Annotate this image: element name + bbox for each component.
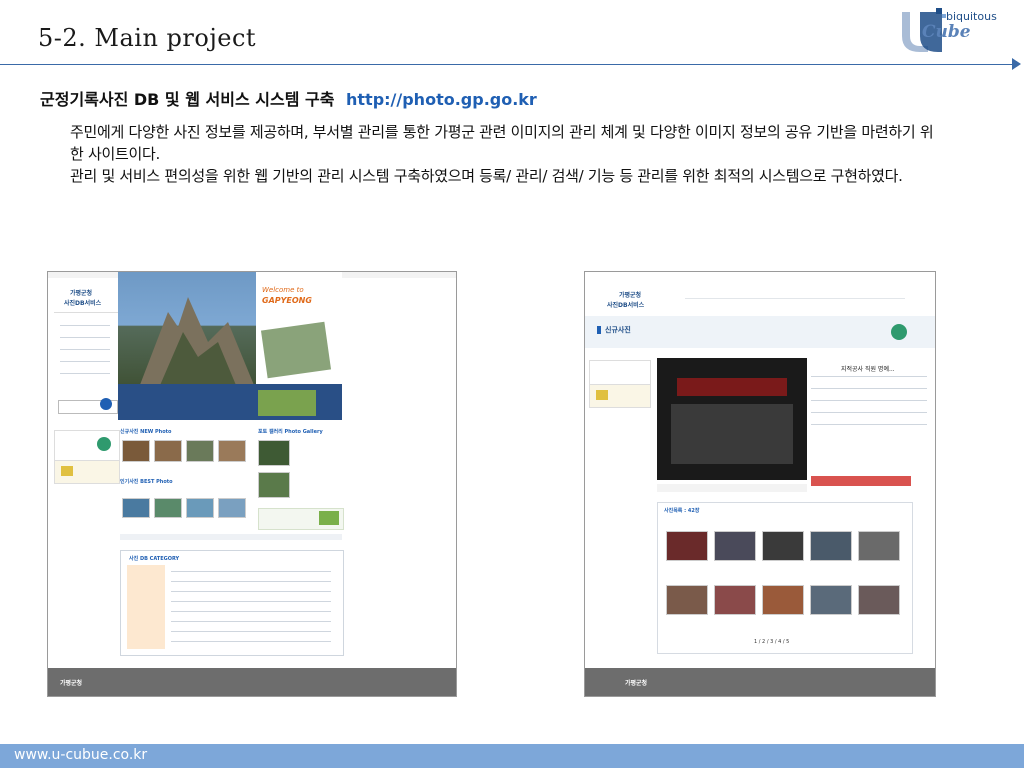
thumb[interactable]	[810, 585, 852, 615]
site-footer: 가평군청	[585, 668, 935, 696]
folder-icon	[596, 390, 608, 400]
folder-icon	[61, 466, 73, 476]
thumb[interactable]	[858, 531, 900, 561]
login-box	[54, 430, 120, 462]
section-banner: 신규사진	[585, 316, 935, 348]
ad-banner[interactable]	[258, 508, 344, 530]
login-button[interactable]	[891, 324, 907, 340]
new-photo-title: 신규사진 NEW Photo	[120, 429, 172, 435]
brand: 가평군청	[70, 290, 93, 297]
title-rule	[0, 64, 1014, 65]
event-banner[interactable]	[258, 390, 316, 416]
hero-mountain-image	[118, 272, 256, 390]
gallery-title: 포토 갤러리 Photo Gallery	[258, 429, 323, 435]
logo-word: Cube	[922, 22, 971, 42]
brand-block: 가평군청 사진DB서비스	[56, 284, 116, 312]
thumb[interactable]	[154, 498, 182, 518]
right-top-area	[342, 272, 456, 390]
top-nav[interactable]	[685, 294, 905, 302]
welcome-panel: Welcome to GAPYEONG	[256, 272, 342, 390]
caption-bar	[657, 484, 807, 492]
footer-url[interactable]: www.u-cubue.co.kr	[14, 747, 147, 763]
service-banner[interactable]	[589, 384, 651, 408]
thumb[interactable]	[858, 585, 900, 615]
thumb[interactable]	[122, 498, 150, 518]
welcome-label: Welcome to	[262, 286, 304, 294]
slide-title: 5-2. Main project	[38, 24, 257, 52]
brand-block: 가평군청 사진DB서비스	[605, 288, 665, 312]
section-title: 신규사진	[605, 326, 631, 334]
date-filter-bar[interactable]	[120, 534, 342, 540]
group-photo-image	[671, 404, 793, 464]
left-menu	[54, 312, 118, 383]
thumb[interactable]	[218, 440, 246, 462]
mountain-icon	[138, 297, 256, 390]
project-description: 주민에게 다양한 사진 정보를 제공하며, 부서별 관리를 통한 가평군 관련 …	[70, 121, 940, 187]
thumb[interactable]	[258, 472, 290, 498]
main-page-screenshot: 가평군청 사진DB서비스 Welcome to GAPYEONG 신규사진 NE…	[47, 271, 457, 697]
section-marker	[597, 326, 601, 334]
best-photo-title: 인기사진 BEST Photo	[120, 479, 173, 485]
photo-title: 지적공사 직원 명예...	[841, 366, 895, 373]
thumb[interactable]	[762, 585, 804, 615]
thumb[interactable]	[186, 498, 214, 518]
thumb[interactable]	[258, 440, 290, 466]
event-banner-image	[677, 378, 787, 396]
category-title: 사진 DB CATEGORY	[129, 556, 180, 562]
thumb[interactable]	[762, 531, 804, 561]
paragraph-2: 관리 및 서비스 편의성을 위한 웹 기반의 관리 시스템 구축하였으며 등록/…	[70, 167, 903, 185]
thumb[interactable]	[714, 585, 756, 615]
project-url-link[interactable]: http://photo.gp.go.kr	[346, 90, 537, 109]
photo-info: 지적공사 직원 명예...	[811, 358, 931, 442]
slide-footer: www.u-cubue.co.kr	[0, 744, 1024, 768]
heading-text: 군정기록사진 DB 및 웹 서비스 시스템 구축	[40, 90, 335, 109]
footer-brand: 가평군청	[625, 680, 648, 687]
arrow-icon	[1012, 58, 1021, 70]
service-banner[interactable]	[54, 460, 120, 484]
category-tabs[interactable]	[127, 565, 165, 649]
photo-collage-image	[260, 321, 332, 379]
thumb[interactable]	[666, 585, 708, 615]
highlight-strip	[118, 384, 342, 420]
brand: 가평군청	[619, 292, 642, 299]
paragraph-1: 주민에게 다양한 사진 정보를 제공하며, 부서별 관리를 통한 가평군 관련 …	[70, 123, 934, 163]
thumb[interactable]	[154, 440, 182, 462]
photo-detail-screenshot: 가평군청 사진DB서비스 신규사진 지적공사 직원 명예... 사진목록 : 4…	[584, 271, 936, 697]
service-name: 사진DB서비스	[607, 302, 645, 309]
action-buttons[interactable]	[811, 476, 911, 486]
thumb[interactable]	[186, 440, 214, 462]
main-photo	[657, 358, 807, 480]
leaf-icon	[319, 511, 339, 525]
footer-brand: 가평군청	[60, 680, 83, 687]
search-icon[interactable]	[100, 398, 112, 410]
photo-list: 사진목록 : 42장 1 / 2 / 3 / 4 / 5	[657, 502, 913, 654]
thumb[interactable]	[122, 440, 150, 462]
gapyeong-label: GAPYEONG	[262, 296, 312, 305]
category-panel: 사진 DB CATEGORY	[120, 550, 344, 656]
project-heading: 군정기록사진 DB 및 웹 서비스 시스템 구축 http://photo.gp…	[40, 86, 537, 110]
thumb[interactable]	[666, 531, 708, 561]
login-button[interactable]	[97, 437, 111, 451]
thumb[interactable]	[714, 531, 756, 561]
thumb[interactable]	[810, 531, 852, 561]
pager[interactable]: 1 / 2 / 3 / 4 / 5	[754, 639, 789, 645]
site-footer: 가평군청	[48, 668, 456, 696]
photo-list-header: 사진목록 : 42장	[664, 508, 700, 514]
thumb[interactable]	[218, 498, 246, 518]
service-name: 사진DB서비스	[64, 300, 102, 307]
